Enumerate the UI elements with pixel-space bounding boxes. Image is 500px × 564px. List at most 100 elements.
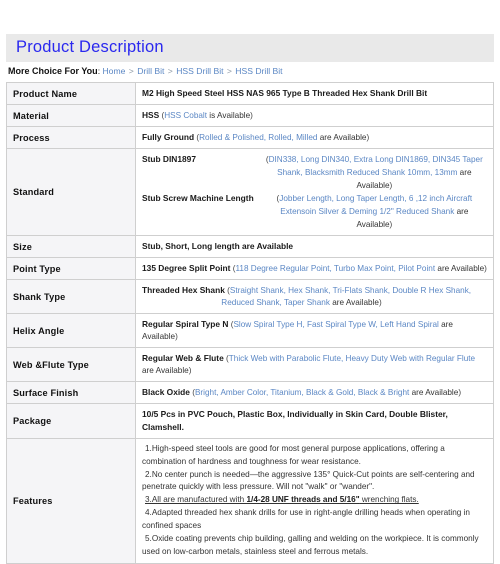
spec-value-main: Regular Spiral Type N <box>142 319 229 329</box>
spec-value: 135 Degree Split Point (118 Degree Regul… <box>135 257 494 280</box>
spec-label-standard: Standard <box>6 148 136 236</box>
table-row: Package 10/5 Pcs in PVC Pouch, Plastic Bo… <box>6 403 494 439</box>
table-row: Shank Type Threaded Hex Shank (Straight S… <box>6 279 494 314</box>
spec-value-options: Bright, Amber Color, Titanium, Black & G… <box>194 388 410 397</box>
breadcrumb-colon: : <box>97 66 101 76</box>
spec-value-options: Rolled & Polished, Rolled, Milled <box>199 133 318 142</box>
page-title: Product Description <box>16 38 164 56</box>
close-paren: ) <box>250 111 253 120</box>
list-item: 5.Oxide coating prevents chip building, … <box>142 534 479 556</box>
spec-value-main: Stub, Short, Long length are Available <box>142 241 294 251</box>
table-row: Surface Finish Black Oxide (Bright, Amber… <box>6 381 494 404</box>
table-row: Process Fully Ground (Rolled & Polished, … <box>6 126 494 149</box>
standard-entry-key: Stub DIN1897 <box>142 154 196 164</box>
features-list: 1.High-speed steel tools are good for mo… <box>142 443 487 558</box>
standard-entry-value: (Jobber Length, Long Taper Length, 6 ,12… <box>262 192 487 231</box>
spec-label-helix-angle: Helix Angle <box>6 313 136 348</box>
spec-value: HSS (HSS Cobalt is Available) <box>135 104 494 127</box>
spec-value-tail: are Available <box>329 298 379 307</box>
standard-option-line: Silver & Deming 1/2" Reduced Shank <box>318 207 455 216</box>
standard-entry: Stub Screw Machine Length (Jobber Length,… <box>142 192 487 231</box>
close-paren: ) <box>366 133 370 142</box>
standard-entry: Stub DIN1897 (DIN338, Long DIN340, Extra … <box>142 153 487 192</box>
close-paren: ) <box>389 181 393 190</box>
spec-value-options: HSS Cobalt <box>164 111 208 120</box>
spec-value-main: 135 Degree Split Point <box>142 263 231 273</box>
spec-value-main: 10/5 Pcs in PVC Pouch, Plastic Box, Indi… <box>142 409 448 432</box>
spec-label-shank-type: Shank Type <box>6 279 136 314</box>
top-spacer <box>6 0 494 34</box>
spec-value: Stub DIN1897 (DIN338, Long DIN340, Extra … <box>135 148 494 236</box>
features-cell: 1.High-speed steel tools are good for mo… <box>135 438 494 564</box>
breadcrumb-separator: > <box>224 66 235 76</box>
shank-wrapped-value: Threaded Hex Shank (Straight Shank, Hex … <box>142 284 487 309</box>
spec-label-web-flute-type: Web &Flute Type <box>6 347 136 382</box>
close-paren: ) <box>389 220 393 229</box>
spec-value: Regular Spiral Type N (Slow Spiral Type … <box>135 313 494 348</box>
spec-label-process: Process <box>6 126 136 149</box>
standard-entry-key: Stub Screw Machine Length <box>142 193 254 203</box>
breadcrumb-link[interactable]: HSS Drill Bit <box>176 66 223 76</box>
spec-label-product-name: Product Name <box>6 82 136 105</box>
spec-value-options: 118 Degree Regular Point, Turbo Max Poin… <box>235 264 436 273</box>
breadcrumb-separator: > <box>126 66 137 76</box>
close-paren: ) <box>378 298 382 307</box>
list-item: 1.High-speed steel tools are good for mo… <box>142 444 445 466</box>
spec-table-body: Product Name M2 High Speed Steel HSS NAS … <box>6 82 494 564</box>
list-item: 4.Adapted threaded hex shank drills for … <box>142 508 470 531</box>
spec-label-size: Size <box>6 235 136 258</box>
table-row: Features 1.High-speed steel tools are goo… <box>6 438 494 564</box>
table-row: Point Type 135 Degree Split Point (118 De… <box>6 257 494 280</box>
close-paren: ) <box>188 366 192 375</box>
breadcrumb-trail: Home > Drill Bit > HSS Drill Bit > HSS D… <box>102 66 282 76</box>
breadcrumb-link[interactable]: Drill Bit <box>137 66 164 76</box>
spec-value-tail: are Available <box>409 388 459 397</box>
spec-value-options: Thick Web with Parabolic Flute, Heavy Du… <box>228 354 476 363</box>
spec-value: Fully Ground (Rolled & Polished, Rolled,… <box>135 126 494 149</box>
close-paren: ) <box>458 388 462 397</box>
product-spec-table: Product Name M2 High Speed Steel HSS NAS … <box>6 82 494 564</box>
spec-value-tail: are Available <box>435 264 485 273</box>
spec-value-main: Regular Web & Flute <box>142 353 224 363</box>
close-paren: ) <box>484 264 487 273</box>
spec-label-point-type: Point Type <box>6 257 136 280</box>
table-row: Material HSS (HSS Cobalt is Available) <box>6 104 494 127</box>
spec-value: Stub, Short, Long length are Available <box>135 235 494 258</box>
spec-value-tail: are Available <box>317 133 367 142</box>
standard-option-line: Blacksmith Reduced Shank 10mm, 13mm <box>304 168 458 177</box>
list-item: 3.All are manufactured with 1/4-28 UNF t… <box>145 495 419 505</box>
table-row: Standard Stub DIN1897 (DIN338, Long DIN340… <box>6 148 494 236</box>
table-row: Web &Flute Type Regular Web & Flute (Thic… <box>6 347 494 382</box>
spec-value-options: Straight Shank, Hex Shank, Tri-Flats Sha… <box>229 286 472 295</box>
breadcrumb-link[interactable]: HSS Drill Bit <box>235 66 282 76</box>
spec-value: Black Oxide (Bright, Amber Color, Titani… <box>135 381 494 404</box>
breadcrumb: More Choice For You: Home > Drill Bit > … <box>6 62 494 82</box>
breadcrumb-label: More Choice For You <box>8 66 98 76</box>
spec-value-tail: is Available <box>207 111 251 120</box>
standard-entry-value: (DIN338, Long DIN340, Extra Long DIN1869… <box>262 153 487 192</box>
spec-value-options: Reduced Shank, Taper Shank <box>221 298 330 307</box>
spec-value: Regular Web & Flute (Thick Web with Para… <box>135 347 494 382</box>
spec-value-options: Slow Spiral Type H, Fast Spiral Type W, … <box>233 320 439 329</box>
list-item: 2.No center punch is needed—the aggressi… <box>142 469 475 492</box>
close-paren: ) <box>175 332 178 341</box>
table-row: Product Name M2 High Speed Steel HSS NAS … <box>6 82 494 105</box>
spec-value-main: HSS <box>142 110 160 120</box>
spec-label-material: Material <box>6 104 136 127</box>
section-header-bar: Product Description <box>6 34 494 62</box>
spec-value: Threaded Hex Shank (Straight Shank, Hex … <box>135 279 494 314</box>
breadcrumb-separator: > <box>165 66 176 76</box>
spec-value-tail: are Available <box>142 366 189 375</box>
spec-value-main: Black Oxide <box>142 387 190 397</box>
spec-label-package: Package <box>6 403 136 439</box>
standard-grid: Stub DIN1897 (DIN338, Long DIN340, Extra … <box>142 153 487 231</box>
spec-value: 10/5 Pcs in PVC Pouch, Plastic Box, Indi… <box>135 403 494 439</box>
spec-label-surface-finish: Surface Finish <box>6 381 136 404</box>
spec-label-features: Features <box>6 438 136 564</box>
spec-value-options-cont: Reduced Shank, Taper Shank are Available… <box>142 297 487 309</box>
table-row: Helix Angle Regular Spiral Type N (Slow S… <box>6 313 494 348</box>
product-description-page: Product Description More Choice For You:… <box>0 0 500 564</box>
breadcrumb-link[interactable]: Home <box>102 66 125 76</box>
spec-value: M2 High Speed Steel HSS NAS 965 Type B T… <box>135 82 494 105</box>
table-row: Size Stub, Short, Long length are Availab… <box>6 235 494 258</box>
